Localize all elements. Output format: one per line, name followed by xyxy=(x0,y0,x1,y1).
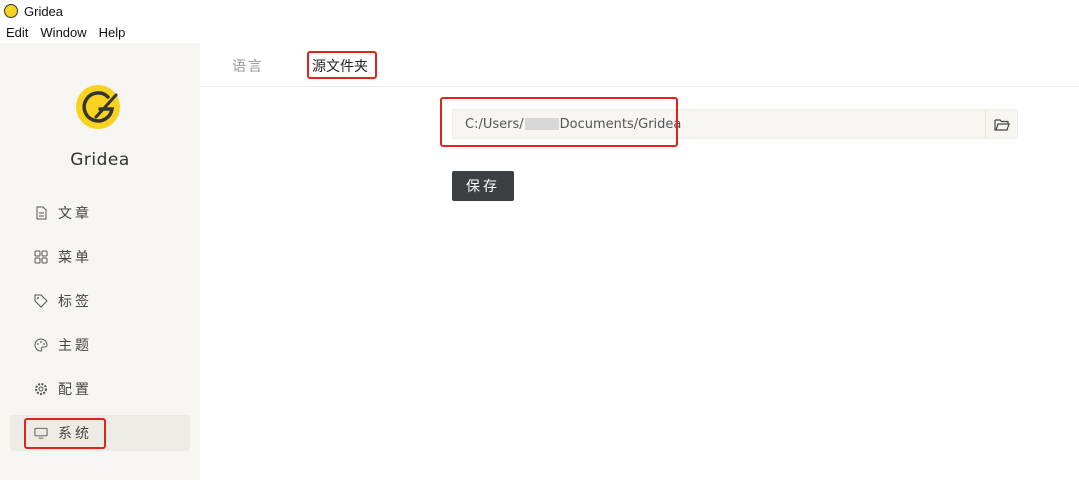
sidebar-item-menu[interactable]: 菜单 xyxy=(10,239,190,275)
menu-window[interactable]: Window xyxy=(40,25,86,40)
sidebar: Gridea 文章 菜单 标签 主题 配置 系统 xyxy=(0,43,200,480)
sidebar-item-label: 配置 xyxy=(58,382,92,398)
menu-edit[interactable]: Edit xyxy=(6,25,28,40)
sidebar-item-label: 文章 xyxy=(58,206,92,222)
sidebar-item-system[interactable]: 系统 xyxy=(10,415,190,451)
brand-name: Gridea xyxy=(70,150,130,170)
redacted-username xyxy=(524,118,559,130)
menu-help[interactable]: Help xyxy=(99,25,126,40)
sidebar-item-settings[interactable]: 配置 xyxy=(10,371,190,407)
palette-icon xyxy=(34,338,48,352)
sidebar-item-label: 主题 xyxy=(58,338,92,354)
source-folder-field[interactable]: C:/Users/Documents/Gridea xyxy=(452,109,1018,139)
menu-bar: Edit Window Help xyxy=(0,22,1079,43)
tab-bar: 语言 源文件夹 xyxy=(200,43,1079,87)
sidebar-item-label: 标签 xyxy=(58,294,92,310)
gear-icon xyxy=(34,382,48,396)
gridea-app-icon xyxy=(4,4,18,18)
tag-icon xyxy=(34,294,48,308)
tab-language[interactable]: 语言 xyxy=(232,56,264,76)
gridea-logo-icon xyxy=(76,85,120,129)
main-panel: 语言 源文件夹 C:/Users/Documents/Gridea 保存 xyxy=(200,43,1079,480)
sidebar-item-theme[interactable]: 主题 xyxy=(10,327,190,363)
source-folder-path: C:/Users/Documents/Gridea xyxy=(465,116,682,132)
folder-open-icon xyxy=(993,118,1010,131)
tab-source-folder[interactable]: 源文件夹 xyxy=(312,56,368,76)
document-icon xyxy=(34,206,48,220)
monitor-icon xyxy=(34,426,48,440)
sidebar-item-tags[interactable]: 标签 xyxy=(10,283,190,319)
grid-icon xyxy=(34,250,48,264)
sidebar-item-label: 菜单 xyxy=(58,250,92,266)
window-title: Gridea xyxy=(24,3,64,19)
save-button[interactable]: 保存 xyxy=(452,171,514,201)
folder-open-button[interactable] xyxy=(985,110,1017,138)
sidebar-item-label: 系统 xyxy=(58,426,92,442)
sidebar-item-articles[interactable]: 文章 xyxy=(10,195,190,231)
title-bar: Gridea xyxy=(0,0,1079,22)
